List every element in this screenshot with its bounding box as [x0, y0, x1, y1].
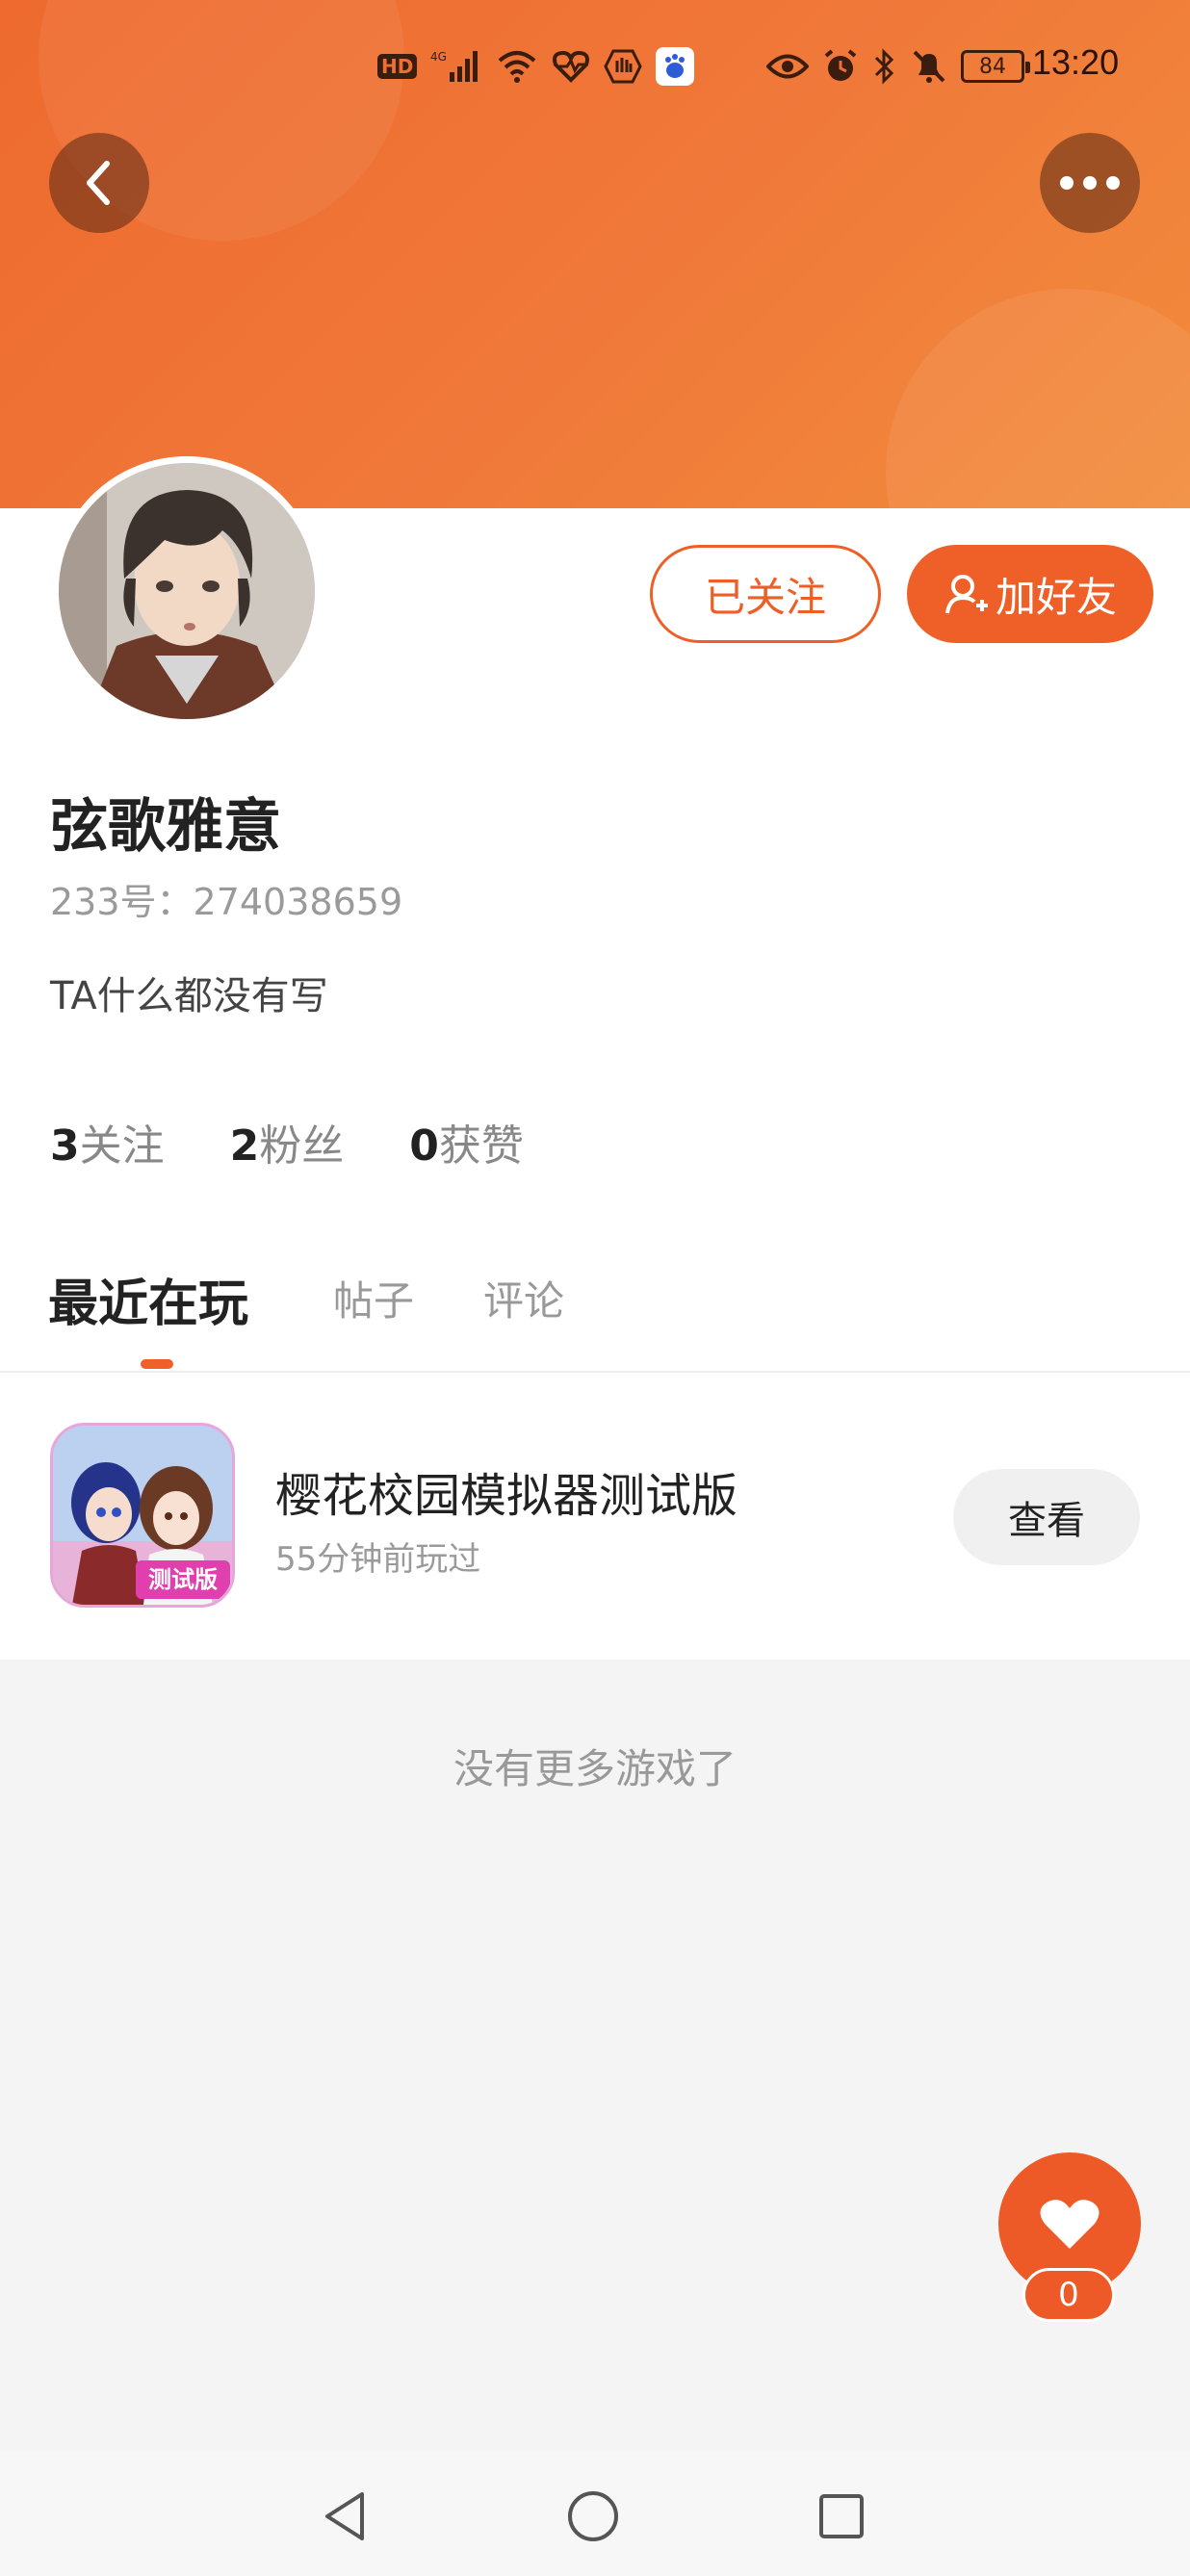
hd-icon: HD [377, 46, 418, 87]
more-button[interactable] [1040, 133, 1140, 233]
mute-bell-icon [911, 46, 947, 87]
avatar[interactable] [52, 456, 322, 726]
nav-recents-button[interactable] [813, 2487, 870, 2545]
game-icon: 测试版 [50, 1423, 235, 1608]
user-id: 233号：274038659 [50, 881, 403, 923]
user-bio: TA什么都没有写 [50, 974, 328, 1018]
signal-icon: 4G [430, 46, 482, 87]
game-title: 樱花校园模拟器测试版 [275, 1469, 738, 1523]
baidu-icon [656, 47, 695, 86]
user-profile-page: HD 4G 84 13:20 已关注 加好友 弦歌雅意 233号：2740386… [0, 0, 1190, 2576]
wifi-icon [496, 46, 538, 87]
nav-back-button[interactable] [316, 2487, 374, 2545]
square-recents-icon [819, 2494, 864, 2538]
health-icon [552, 46, 590, 87]
eye-icon [766, 46, 809, 87]
chevron-left-icon [87, 161, 110, 205]
view-game-button[interactable]: 查看 [953, 1469, 1140, 1565]
battery-icon: 84 [961, 46, 1030, 87]
circle-home-icon [568, 2491, 618, 2541]
user-stats: 3关注 2粉丝 0获赞 [50, 1111, 524, 1172]
stat-following[interactable]: 3关注 [50, 1111, 165, 1172]
game-icon-badge: 测试版 [148, 1566, 218, 1593]
user-nickname: 弦歌雅意 [50, 793, 281, 861]
system-nav-bar [0, 2451, 1190, 2576]
active-tab-indicator [141, 1359, 173, 1369]
status-time: 13:20 [1032, 42, 1120, 82]
avatar-image [59, 463, 315, 719]
add-user-icon [944, 575, 988, 614]
game-last-played: 55分钟前玩过 [275, 1540, 481, 1579]
followed-button-label: 已关注 [704, 573, 826, 621]
tab-comments[interactable]: 评论 [483, 1269, 564, 1327]
like-count-badge: 0 [1022, 2268, 1115, 2322]
view-game-button-label: 查看 [1008, 1499, 1085, 1543]
list-item[interactable]: 测试版 樱花校园模拟器测试版 55分钟前玩过 查看 [0, 1373, 1190, 1660]
stat-likes[interactable]: 0获赞 [409, 1111, 524, 1172]
bluetooth-icon [872, 46, 897, 87]
game-cover-image: 测试版 [53, 1426, 232, 1605]
stat-fans[interactable]: 2粉丝 [230, 1111, 345, 1172]
status-bar: HD 4G 84 13:20 [0, 0, 1190, 135]
add-friend-button-label: 加好友 [995, 573, 1117, 621]
profile-tabs: 最近在玩 帖子 评论 [0, 1251, 1190, 1373]
add-friend-button[interactable]: 加好友 [907, 545, 1153, 643]
back-button[interactable] [49, 133, 149, 233]
profile-header-banner: HD 4G 84 13:20 [0, 0, 1190, 508]
heart-icon [1040, 2200, 1099, 2249]
hand-icon [604, 46, 643, 87]
banner-decoration [886, 289, 1190, 508]
tab-recently-played[interactable]: 最近在玩 [48, 1263, 248, 1335]
alarm-icon [822, 46, 859, 87]
nav-home-button[interactable] [564, 2487, 622, 2545]
more-horizontal-icon [1060, 176, 1120, 190]
svg-text:4G: 4G [430, 50, 447, 64]
no-more-games-text: 没有更多游戏了 [453, 1745, 737, 1792]
triangle-back-icon [325, 2492, 364, 2540]
followed-button[interactable]: 已关注 [650, 545, 881, 643]
tab-posts[interactable]: 帖子 [333, 1269, 414, 1327]
